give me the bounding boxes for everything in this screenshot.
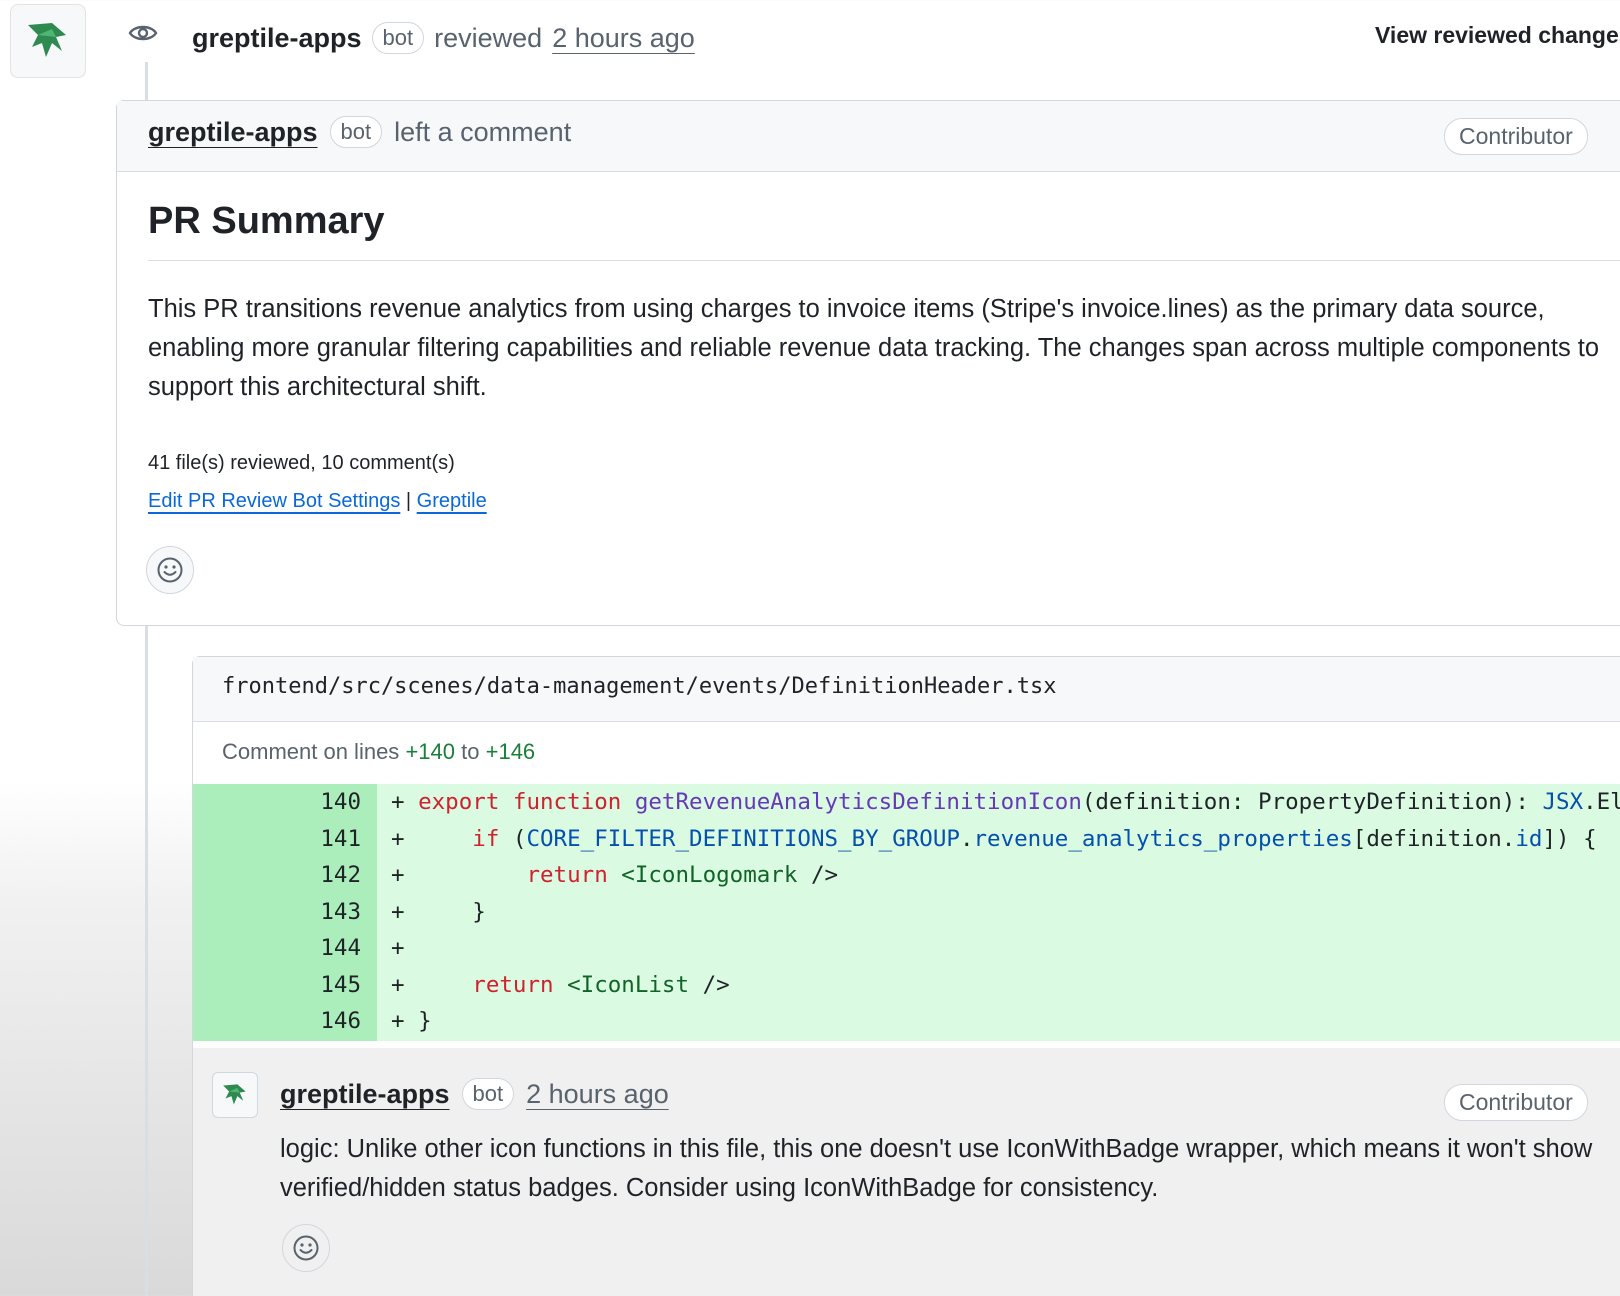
- code-text: + export function getRevenueAnalyticsDef…: [391, 789, 1620, 815]
- pr-summary-heading: PR Summary: [148, 200, 385, 242]
- greptile-link[interactable]: Greptile: [417, 490, 487, 512]
- code-line: + }: [377, 1003, 1620, 1041]
- link-separator: |: [405, 490, 412, 512]
- bot-links: Edit PR Review Bot Settings | Greptile: [148, 490, 487, 513]
- range-end: +146: [485, 739, 536, 764]
- code-line: + if (CORE_FILTER_DEFINITIONS_BY_GROUP.r…: [377, 820, 1620, 858]
- code-line: + return <IconList />: [377, 966, 1620, 1004]
- code-text: + if (CORE_FILTER_DEFINITIONS_BY_GROUP.r…: [391, 825, 1597, 852]
- bot-label: bot: [371, 22, 425, 54]
- file-path-link[interactable]: frontend/src/scenes/data-management/even…: [222, 674, 1056, 699]
- line-number[interactable]: 143: [193, 893, 377, 931]
- code-line: + export function getRevenueAnalyticsDef…: [377, 784, 1620, 822]
- line-number[interactable]: 140: [193, 784, 377, 822]
- line-number[interactable]: 142: [193, 857, 377, 895]
- view-reviewed-changes-link[interactable]: View reviewed changes: [1375, 22, 1620, 49]
- code-line: + return <IconLogomark />: [377, 857, 1620, 895]
- code-text: + }: [391, 1008, 432, 1034]
- code-text: +: [391, 935, 405, 961]
- diff-line: 144 +: [193, 930, 1620, 968]
- review-stats: 41 file(s) reviewed, 10 comment(s): [148, 452, 455, 474]
- add-reaction-button[interactable]: [146, 546, 194, 594]
- range-to: to: [461, 739, 480, 764]
- greptile-avatar-small[interactable]: [212, 1072, 258, 1118]
- reply-timestamp-link[interactable]: 2 hours ago: [526, 1079, 669, 1110]
- diff-line: 146 + }: [193, 1003, 1620, 1041]
- reply-header: greptile-apps bot 2 hours ago: [280, 1078, 669, 1110]
- smiley-icon: [157, 557, 183, 583]
- comment-action: left a comment: [394, 116, 572, 147]
- code-text: + return <IconList />: [391, 971, 730, 998]
- greptile-logo-icon: [28, 23, 66, 57]
- pr-summary-text: This PR transitions revenue analytics fr…: [148, 295, 1600, 401]
- code-text: + return <IconLogomark />: [391, 862, 839, 888]
- add-reaction-button[interactable]: [282, 1224, 330, 1272]
- line-number[interactable]: 141: [193, 820, 377, 858]
- range-start: +140: [405, 739, 455, 764]
- comment-author-link[interactable]: greptile-apps: [148, 117, 318, 148]
- comment-line-range: Comment on lines +140 to +146: [222, 739, 535, 765]
- review-event-header: greptile-apps bot reviewed 2 hours ago: [192, 14, 695, 62]
- greptile-avatar[interactable]: [10, 4, 86, 78]
- review-timestamp-link[interactable]: 2 hours ago: [552, 23, 695, 54]
- diff-block: 140 + export function getRevenueAnalytic…: [193, 784, 1620, 1048]
- diff-line: 143 + }: [193, 893, 1620, 931]
- code-text: + }: [391, 898, 486, 925]
- code-line: + }: [377, 893, 1620, 931]
- bot-label: bot: [461, 1078, 515, 1110]
- heading-divider: [148, 260, 1620, 261]
- smiley-icon: [293, 1235, 319, 1261]
- reply-author-link[interactable]: greptile-apps: [280, 1079, 450, 1110]
- diff-line: 140 + export function getRevenueAnalytic…: [193, 784, 1620, 822]
- code-line: +: [377, 930, 1620, 968]
- review-author-link[interactable]: greptile-apps: [192, 23, 362, 54]
- edit-bot-settings-link[interactable]: Edit PR Review Bot Settings: [148, 490, 400, 512]
- contributor-badge: Contributor: [1444, 118, 1588, 155]
- diff-line: 145 + return <IconList />: [193, 966, 1620, 1004]
- line-number[interactable]: 144: [193, 930, 377, 968]
- contributor-badge: Contributor: [1444, 1084, 1588, 1121]
- line-number[interactable]: 145: [193, 966, 377, 1004]
- greptile-logo-icon: [223, 1084, 246, 1105]
- reply-text: logic: Unlike other icon functions in th…: [280, 1135, 1593, 1202]
- diff-line: 142 + return <IconLogomark />: [193, 857, 1620, 895]
- review-action: reviewed: [434, 22, 543, 53]
- diff-line: 141 + if (CORE_FILTER_DEFINITIONS_BY_GRO…: [193, 820, 1620, 858]
- line-number[interactable]: 146: [193, 1003, 377, 1041]
- bot-label: bot: [329, 116, 383, 148]
- comment-header-row: greptile-apps bot left a comment: [148, 116, 571, 148]
- range-prefix: Comment on lines: [222, 739, 400, 764]
- eye-icon: [118, 8, 168, 58]
